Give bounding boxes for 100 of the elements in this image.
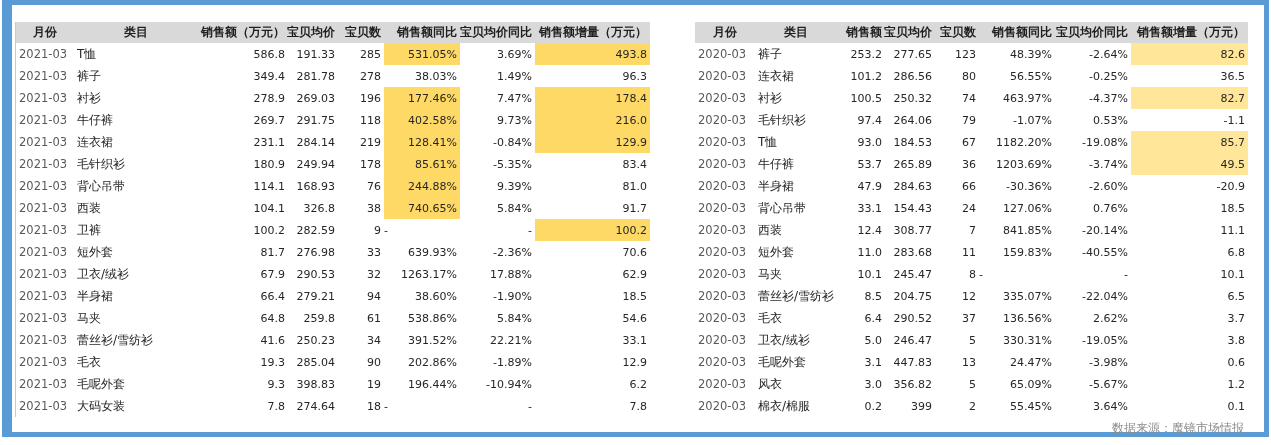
table-cell: - — [979, 267, 983, 281]
table-cell: 3.8 — [1227, 333, 1245, 347]
table-cell: 249.94 — [296, 157, 335, 171]
table-cell: 2020-03 — [698, 267, 747, 281]
table-cell: 19 — [367, 377, 381, 391]
table-cell: 841.85% — [1003, 223, 1052, 237]
table-cell: 36 — [962, 157, 976, 171]
table-cell: 285.04 — [296, 355, 335, 369]
table-cell: 11 — [962, 245, 976, 259]
table-cell: 9 — [374, 223, 381, 237]
table-cell: 2021-03 — [19, 179, 68, 193]
table-cell: 2020-03 — [698, 333, 747, 347]
table-cell: - — [528, 399, 532, 413]
table-cell: 18.5 — [622, 289, 647, 303]
table-cell: 2020-03 — [698, 399, 747, 413]
table-cell: 399 — [911, 399, 932, 413]
table-cell: 66 — [962, 179, 976, 193]
table-cell: -20.14% — [1082, 223, 1128, 237]
column-header: 销售额同比 — [397, 24, 457, 41]
table-cell: 连衣裙 — [77, 133, 113, 151]
table-cell: 2021-03 — [19, 267, 68, 281]
table-cell: -1.1 — [1223, 113, 1245, 127]
highlighted-cell: 740.65% — [384, 197, 460, 219]
table-cell: 2020-03 — [698, 245, 747, 259]
table-cell: -19.05% — [1082, 333, 1128, 347]
table-cell: 38 — [367, 201, 381, 215]
table-cell: 10.1 — [857, 267, 882, 281]
table-cell: 136.56% — [1003, 311, 1052, 325]
table-cell: 牛仔裤 — [758, 155, 794, 173]
table-cell: -2.36% — [493, 245, 532, 259]
table-cell: 2.62% — [1093, 311, 1128, 325]
table-cell: 80 — [962, 69, 976, 83]
column-header: 宝贝数 — [345, 24, 381, 41]
table-cell: 65.09% — [1010, 377, 1052, 391]
table-cell: 24 — [962, 201, 976, 215]
table-cell: 291.75 — [296, 113, 335, 127]
highlighted-cell: 82.6 — [1131, 43, 1248, 65]
table-cell: 蕾丝衫/雪纺衫 — [758, 287, 835, 305]
table-cell: 2020-03 — [698, 135, 747, 149]
table-cell: 191.33 — [296, 47, 335, 61]
table-cell: 204.75 — [893, 289, 932, 303]
table-cell: 290.52 — [893, 311, 932, 325]
table-cell: 12.4 — [857, 223, 882, 237]
table-cell: 毛衣 — [77, 353, 101, 371]
table-cell: -1.90% — [493, 289, 532, 303]
table-cell: 7.47% — [497, 91, 532, 105]
table-cell: 67.9 — [260, 267, 285, 281]
table-cell: 178 — [360, 157, 381, 171]
table-cell: 2021-03 — [19, 47, 68, 61]
highlighted-cell: 82.7 — [1131, 87, 1248, 109]
table-cell: 5.0 — [864, 333, 882, 347]
table-cell: 3.0 — [864, 377, 882, 391]
table-cell: 3.64% — [1093, 399, 1128, 413]
table-cell: 335.07% — [1003, 289, 1052, 303]
table-cell: 356.82 — [893, 377, 932, 391]
column-header: 月份 — [33, 24, 57, 41]
table-cell: 8 — [969, 267, 976, 281]
table-cell: 196.44% — [408, 377, 457, 391]
table-cell: 6.4 — [864, 311, 882, 325]
table-cell: 246.47 — [893, 333, 932, 347]
table-cell: 62.9 — [622, 267, 647, 281]
table-cell: 61 — [367, 311, 381, 325]
table-cell: 538.86% — [408, 311, 457, 325]
table-cell: 19.3 — [260, 355, 285, 369]
table-cell: 2021-03 — [19, 135, 68, 149]
table-cell: 83.4 — [622, 157, 647, 171]
table-cell: 1.49% — [497, 69, 532, 83]
table-cell: 2020-03 — [698, 113, 747, 127]
table-cell: 1.2 — [1227, 377, 1245, 391]
column-header: 宝贝均价 — [287, 24, 335, 41]
table-cell: 棉衣/棉服 — [758, 397, 811, 415]
table-cell: 3.1 — [864, 355, 882, 369]
table-cell: 9.39% — [497, 179, 532, 193]
table-cell: 118 — [360, 113, 381, 127]
table-cell: 2021-03 — [19, 377, 68, 391]
table-cell: 269.03 — [296, 91, 335, 105]
table-cell: 326.8 — [303, 201, 335, 215]
highlighted-cell: 178.4 — [535, 87, 650, 109]
table-cell: 6.8 — [1227, 245, 1245, 259]
table-cell: 245.47 — [893, 267, 932, 281]
table-cell: 154.43 — [893, 201, 932, 215]
table-cell: 卫裤 — [77, 221, 101, 239]
table-cell: -22.04% — [1082, 289, 1128, 303]
table-cell: 253.2 — [850, 47, 882, 61]
table-cell: 2020-03 — [698, 355, 747, 369]
table-cell: -0.25% — [1089, 69, 1128, 83]
table-cell: 7.8 — [629, 399, 647, 413]
table-cell: 2021-03 — [19, 289, 68, 303]
table-cell: 卫衣/绒衫 — [758, 331, 811, 349]
table-cell: 8.5 — [864, 289, 882, 303]
table-cell: 37 — [962, 311, 976, 325]
table-cell: -2.60% — [1089, 179, 1128, 193]
table-cell: 18 — [367, 399, 381, 413]
table-cell: 33.1 — [857, 201, 882, 215]
table-cell: 250.23 — [296, 333, 335, 347]
table-cell: 330.31% — [1003, 333, 1052, 347]
table-cell: 2020-03 — [698, 47, 747, 61]
table-cell: 2020-03 — [698, 289, 747, 303]
table-cell: 2 — [969, 399, 976, 413]
table-cell: -30.36% — [1006, 179, 1052, 193]
